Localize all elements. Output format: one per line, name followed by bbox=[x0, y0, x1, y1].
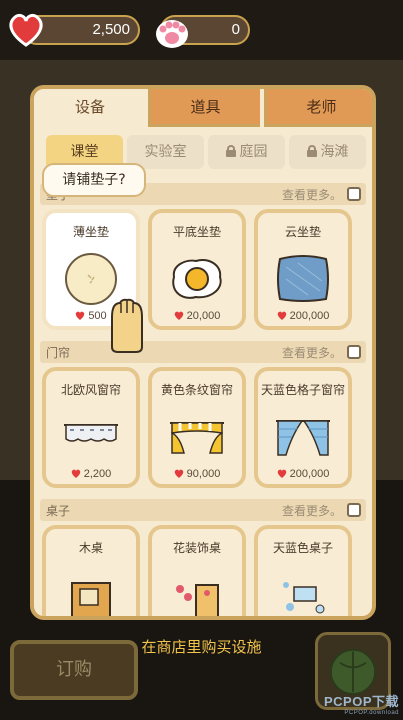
nordic-curtain-icon bbox=[64, 424, 118, 442]
view-more-checkbox[interactable] bbox=[347, 345, 361, 359]
shop-item-card[interactable]: 云坐垫 200,000 bbox=[254, 209, 352, 330]
heart-icon bbox=[277, 311, 286, 320]
heart-icon bbox=[174, 311, 183, 320]
hearts-value: 2,500 bbox=[92, 21, 130, 38]
item-price: 90,000 bbox=[152, 468, 242, 480]
shop-item-card[interactable]: 黄色条纹窗帘 90,000 bbox=[148, 367, 246, 488]
subtab-label: 庭园 bbox=[239, 144, 268, 160]
cat-paw-pointer-icon bbox=[111, 298, 143, 353]
flower-desk-icon bbox=[176, 584, 219, 616]
paws-value: 0 bbox=[231, 21, 240, 38]
sky-blue-desk-icon bbox=[283, 582, 325, 614]
tab-teacher[interactable]: 老师 bbox=[264, 89, 372, 127]
heart-icon bbox=[174, 469, 183, 478]
section-header-curtains: 门帘 查看更多。 bbox=[40, 341, 366, 363]
lock-icon bbox=[225, 145, 236, 157]
item-name: 平底坐垫 bbox=[172, 225, 221, 239]
tutorial-tooltip: 请铺垫子? bbox=[42, 163, 146, 197]
item-price: 200,000 bbox=[258, 468, 348, 480]
shop-item-card[interactable]: 平底坐垫 20,000 bbox=[148, 209, 246, 330]
shop-item-card[interactable]: 花装饰桌 bbox=[148, 525, 246, 616]
shop-item-card[interactable]: 天蓝色桌子 bbox=[254, 525, 352, 616]
view-more-link[interactable]: 查看更多。 bbox=[282, 502, 342, 519]
heart-icon bbox=[76, 311, 85, 320]
section-title: 桌子 bbox=[46, 504, 71, 518]
subtab-label: 海滩 bbox=[320, 144, 349, 160]
item-name: 天蓝色桌子 bbox=[272, 541, 333, 555]
subtab-beach[interactable]: 海滩 bbox=[289, 135, 366, 169]
view-more-checkbox[interactable] bbox=[347, 503, 361, 517]
section-title: 门帘 bbox=[46, 346, 71, 360]
view-more-checkbox[interactable] bbox=[347, 187, 361, 201]
shop-item-card[interactable]: 北欧风窗帘 2,200 bbox=[42, 367, 140, 488]
heart-icon bbox=[71, 469, 80, 478]
view-more-link[interactable]: 查看更多。 bbox=[282, 344, 342, 361]
item-name: 薄坐垫 bbox=[72, 225, 109, 239]
tab-items[interactable]: 道具 bbox=[148, 89, 260, 127]
item-name: 北欧风窗帘 bbox=[60, 383, 121, 397]
subtab-label: 课堂 bbox=[70, 144, 99, 160]
item-price: 2,200 bbox=[46, 468, 136, 480]
lock-icon bbox=[306, 145, 317, 157]
tab-equipment[interactable]: 设备 bbox=[34, 89, 146, 127]
shop-item-card[interactable]: 木桌 bbox=[42, 525, 140, 616]
order-button[interactable]: 订购 bbox=[10, 640, 138, 700]
heart-icon bbox=[277, 469, 286, 478]
watermark-main: PCPOP下载 bbox=[323, 694, 399, 709]
item-price: 20,000 bbox=[152, 310, 242, 322]
sky-blue-check-curtain-icon bbox=[276, 420, 330, 456]
section-header-desks: 桌子 查看更多。 bbox=[40, 499, 366, 521]
item-name: 木桌 bbox=[78, 541, 103, 555]
fried-egg-cushion-icon bbox=[172, 259, 222, 299]
subtab-garden[interactable]: 庭园 bbox=[208, 135, 285, 169]
item-price: 200,000 bbox=[258, 310, 348, 322]
watermark: PCPOP下载 PCPOP.download bbox=[324, 691, 399, 716]
item-name: 花装饰桌 bbox=[172, 541, 221, 555]
view-more-link[interactable]: 查看更多。 bbox=[282, 186, 342, 203]
paw-print-icon bbox=[156, 20, 188, 48]
subtab-label: 实验室 bbox=[144, 144, 187, 160]
watermark-sub: PCPOP.download bbox=[344, 710, 399, 716]
shop-item-card[interactable]: 天蓝色格子窗帘 200,000 bbox=[254, 367, 352, 488]
item-name: 云坐垫 bbox=[284, 225, 321, 239]
item-name: 天蓝色格子窗帘 bbox=[260, 383, 345, 397]
yellow-stripe-curtain-icon bbox=[170, 422, 224, 454]
item-name: 黄色条纹窗帘 bbox=[160, 383, 233, 397]
heart-icon bbox=[9, 13, 43, 47]
wooden-desk-icon bbox=[71, 582, 111, 616]
cloud-cushion-icon bbox=[277, 255, 329, 302]
